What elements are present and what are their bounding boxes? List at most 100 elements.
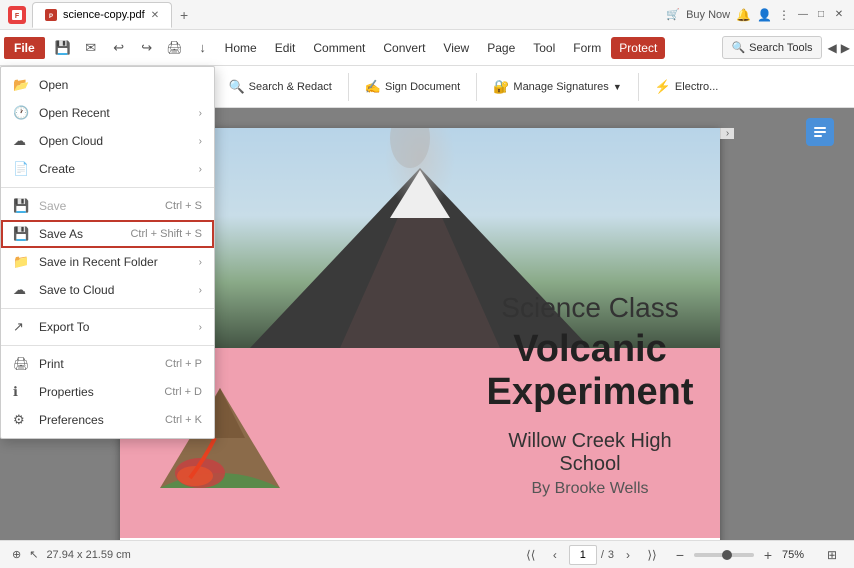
toolbar-save-icon[interactable]: 💾 (51, 36, 75, 60)
zoom-in-button[interactable]: + (758, 545, 778, 565)
dropdown-save-recent[interactable]: 📁 Save in Recent Folder › (1, 248, 214, 276)
save-shortcut: Ctrl + S (165, 200, 202, 212)
last-page-button[interactable]: ⟩⟩ (642, 545, 662, 565)
dropdown-save-cloud[interactable]: ☁ Save to Cloud › (1, 276, 214, 304)
buy-now-label[interactable]: Buy Now (686, 9, 730, 21)
right-icon-btn-1[interactable] (806, 118, 834, 146)
right-panel-toggle[interactable]: › (720, 128, 734, 139)
open-recent-label: Open Recent (39, 106, 199, 120)
sign-document-label: Sign Document (385, 81, 460, 93)
status-bar: ⊕ ↖ 27.94 x 21.59 cm ⟨⟨ ‹ / 3 › ⟩⟩ − + 7… (0, 540, 854, 568)
toolbar-share-icon[interactable]: ↓ (191, 36, 215, 60)
tab-close-button[interactable]: ✕ (151, 10, 159, 21)
ribbon-electro[interactable]: ⚡ Electro... (647, 75, 727, 99)
tab-label: science-copy.pdf (63, 9, 145, 21)
app-icon: F (8, 6, 26, 24)
menu-form[interactable]: Form (565, 37, 609, 59)
dropdown-export[interactable]: ↗ Export To › (1, 313, 214, 341)
menu-edit[interactable]: Edit (267, 37, 304, 59)
menu-home[interactable]: Home (217, 37, 265, 59)
right-panel-chevron: › (726, 128, 729, 139)
menu-comment[interactable]: Comment (305, 37, 373, 59)
preferences-shortcut: Ctrl + K (165, 414, 202, 426)
pdf-text-area: Science Class Volcanic Experiment Willow… (480, 292, 700, 498)
minimize-button[interactable]: — (796, 8, 810, 22)
manage-signatures-label: Manage Signatures (513, 81, 608, 93)
toolbar-email-icon[interactable]: ✉ (79, 36, 103, 60)
open-cloud-label: Open Cloud (39, 134, 199, 148)
dropdown-properties[interactable]: ℹ Properties Ctrl + D (1, 378, 214, 406)
create-arrow: › (199, 164, 202, 175)
page-separator: / (601, 549, 604, 561)
manage-signatures-arrow: ▼ (613, 82, 622, 92)
create-label: Create (39, 162, 199, 176)
pdf-author: By Brooke Wells (480, 480, 700, 498)
more-icon[interactable]: ⋮ (778, 8, 790, 22)
search-redact-label: Search & Redact (249, 81, 332, 93)
ribbon-sep-2 (348, 73, 349, 101)
add-tab-button[interactable]: + (174, 5, 194, 25)
dropdown-print[interactable]: 🖨 Print Ctrl + P (1, 350, 214, 378)
menu-page[interactable]: Page (479, 37, 523, 59)
pdf-school: Willow Creek High School (480, 430, 700, 476)
prev-page-button[interactable]: ‹ (545, 545, 565, 565)
toolbar-print-icon[interactable]: 🖨 (163, 36, 187, 60)
search-tools-button[interactable]: 🔍 Search Tools (722, 36, 821, 59)
dropdown-preferences[interactable]: ⚙ Preferences Ctrl + K (1, 406, 214, 434)
ribbon-sep-3 (476, 73, 477, 101)
ribbon-search-redact[interactable]: 🔍 Search & Redact (220, 75, 339, 99)
close-button[interactable]: ✕ (832, 8, 846, 22)
total-pages: 3 (608, 549, 614, 561)
open-recent-icon: 🕐 (13, 105, 31, 121)
buy-now-icon: 🛒 (666, 8, 680, 21)
zoom-controls: − + 75% (670, 545, 814, 565)
menu-tool[interactable]: Tool (525, 37, 563, 59)
user-icon[interactable]: 👤 (757, 8, 772, 22)
maximize-button[interactable]: □ (814, 8, 828, 22)
menu-view[interactable]: View (435, 37, 477, 59)
export-label: Export To (39, 320, 199, 334)
dropdown-menu: 📂 Open 🕐 Open Recent › ☁ Open Cloud › 📄 … (0, 66, 215, 439)
ribbon-sign-document[interactable]: ✍ Sign Document (357, 75, 468, 99)
pdf-title-large: Volcanic Experiment (480, 328, 700, 414)
export-arrow: › (199, 322, 202, 333)
zoom-out-button[interactable]: − (670, 545, 690, 565)
search-icon: 🔍 (731, 41, 745, 54)
toolbar-undo-icon[interactable]: ↩ (107, 36, 131, 60)
dropdown-group-2: 💾 Save Ctrl + S 💾 Save As Ctrl + Shift +… (1, 187, 214, 308)
save-recent-icon: 📁 (13, 254, 31, 270)
menu-convert[interactable]: Convert (375, 37, 433, 59)
toolbar-redo-icon[interactable]: ↪ (135, 36, 159, 60)
dropdown-open-cloud[interactable]: ☁ Open Cloud › (1, 127, 214, 155)
first-page-button[interactable]: ⟨⟨ (521, 545, 541, 565)
title-bar: F P science-copy.pdf ✕ + 🛒 Buy Now 🔔 👤 ⋮… (0, 0, 854, 30)
dropdown-open[interactable]: 📂 Open (1, 71, 214, 99)
dropdown-create[interactable]: 📄 Create › (1, 155, 214, 183)
file-menu[interactable]: File (4, 37, 45, 59)
title-bar-right: 🛒 Buy Now 🔔 👤 ⋮ — □ ✕ (666, 8, 846, 22)
dropdown-group-1: 📂 Open 🕐 Open Recent › ☁ Open Cloud › 📄 … (1, 67, 214, 187)
active-tab[interactable]: P science-copy.pdf ✕ (32, 2, 172, 28)
menu-protect[interactable]: Protect (611, 37, 665, 59)
open-recent-arrow: › (199, 108, 202, 119)
status-dimensions: 27.94 x 21.59 cm (46, 549, 130, 561)
notification-icon[interactable]: 🔔 (736, 8, 751, 22)
save-recent-arrow: › (199, 257, 202, 268)
dropdown-open-recent[interactable]: 🕐 Open Recent › (1, 99, 214, 127)
zoom-slider-thumb (722, 550, 732, 560)
ribbon-sep-4 (638, 73, 639, 101)
save-cloud-label: Save to Cloud (39, 283, 199, 297)
fit-page-button[interactable]: ⊞ (822, 545, 842, 565)
open-icon: 📂 (13, 77, 31, 93)
dropdown-save-as[interactable]: 💾 Save As Ctrl + Shift + S (1, 220, 214, 248)
back-icon[interactable]: ◀ (828, 41, 837, 55)
ribbon-manage-signatures[interactable]: 🔐 Manage Signatures ▼ (485, 75, 630, 99)
next-page-button[interactable]: › (618, 545, 638, 565)
forward-icon[interactable]: ▶ (841, 41, 850, 55)
page-input[interactable] (569, 545, 597, 565)
save-recent-label: Save in Recent Folder (39, 255, 199, 269)
svg-text:F: F (15, 13, 20, 20)
save-label: Save (39, 199, 157, 213)
zoom-slider[interactable] (694, 553, 754, 557)
toolbar-icons: 💾 ✉ ↩ ↪ 🖨 ↓ (51, 36, 215, 60)
